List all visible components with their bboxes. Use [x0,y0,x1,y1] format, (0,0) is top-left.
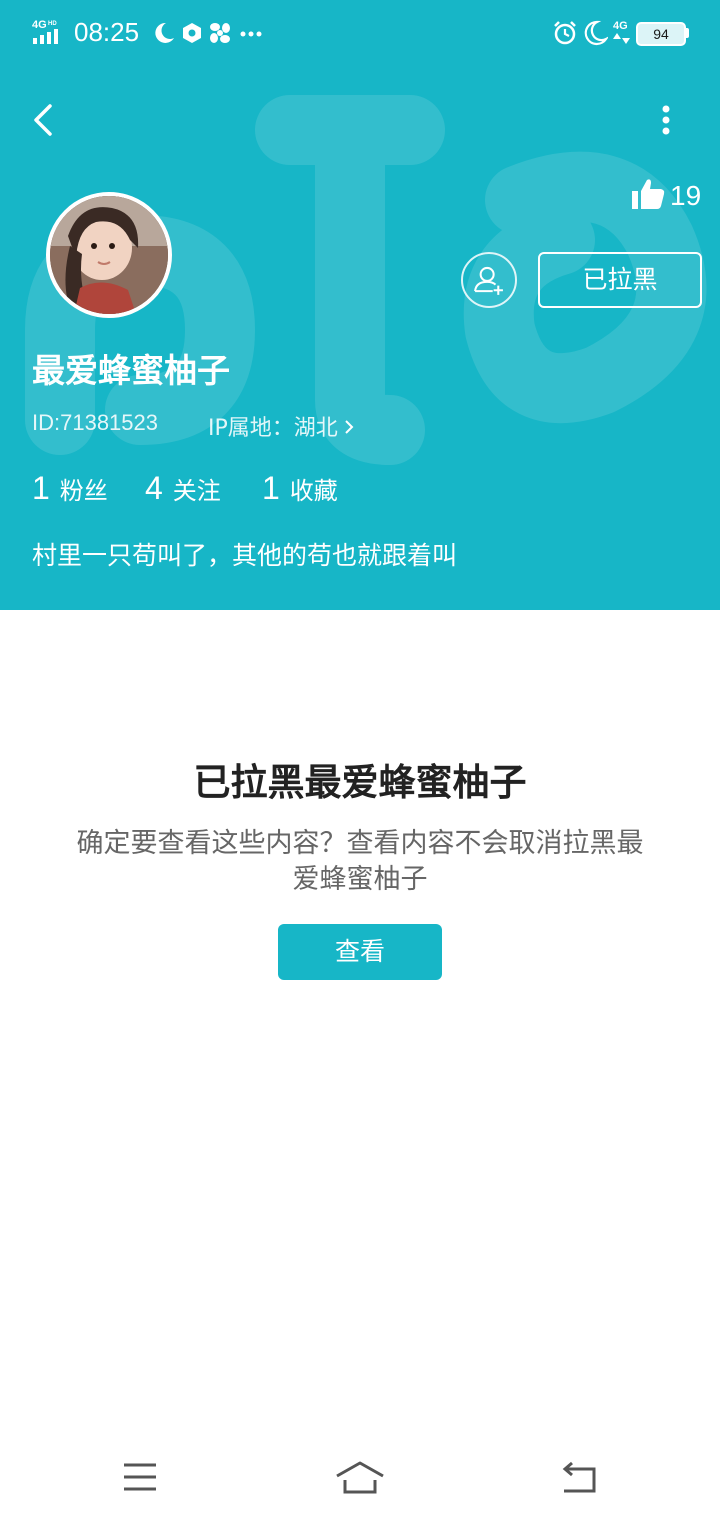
user-id: ID:71381523 [32,410,158,435]
blocked-button[interactable]: 已拉黑 [538,252,702,308]
battery-tip [686,28,689,38]
menu-icon[interactable] [110,1452,170,1502]
stat-following[interactable]: 4 关注 [145,470,221,507]
ip-location-text: IP属地：湖北 [208,416,338,441]
chevron-right-icon [345,420,354,434]
profile-header: 4G HD 08:25 4G 94 19 已拉黑 最爱蜂蜜柚子 ID:71381… [0,0,720,610]
back-arrow-icon[interactable] [26,98,66,142]
stat-favorites-count: 1 [262,470,280,506]
thumbs-up-icon [632,179,665,209]
svg-text:4G: 4G [613,20,628,32]
status-bar: 4G HD 08:25 4G 94 [0,0,720,66]
stat-favorites[interactable]: 1 收藏 [262,470,338,507]
block-notice-description: 确定要查看这些内容？查看内容不会取消拉黑最爱蜂蜜柚子 [76,828,644,895]
username: 最爱蜂蜜柚子 [32,351,230,390]
view-content-button[interactable]: 查看 [278,924,442,980]
more-vertical-icon[interactable] [650,98,682,142]
avatar-image [50,196,168,314]
svg-text:4G: 4G [32,19,47,31]
user-bio: 村里一只苟叫了，其他的苟也就跟着叫 [32,541,458,570]
network-4g-icon: 4G [613,20,630,44]
system-nav-bar [0,1434,720,1520]
avatar[interactable] [46,192,172,318]
like-count: 19 [670,180,702,211]
moon-icon [584,20,608,46]
block-notice-title: 已拉黑最爱蜂蜜柚子 [193,761,527,804]
signal-icon: 4G HD [32,19,58,44]
stat-following-count: 4 [145,470,163,506]
back-icon[interactable] [550,1452,610,1502]
home-icon[interactable] [330,1452,390,1502]
stat-followers-label: 粉丝 [59,477,108,505]
stat-followers-count: 1 [32,470,50,506]
stat-followers[interactable]: 1 粉丝 [32,470,108,507]
add-user-icon[interactable] [461,252,517,308]
status-notification-icons [155,22,262,43]
fan-icon [210,23,230,43]
ip-location-link[interactable]: IP属地：湖北 [208,410,354,442]
battery-indicator: 94 [636,22,686,46]
stat-favorites-label: 收藏 [289,477,338,505]
svg-text:HD: HD [48,21,57,27]
stat-following-label: 关注 [172,477,221,505]
status-time: 08:25 [74,17,140,47]
alarm-icon [554,21,576,45]
